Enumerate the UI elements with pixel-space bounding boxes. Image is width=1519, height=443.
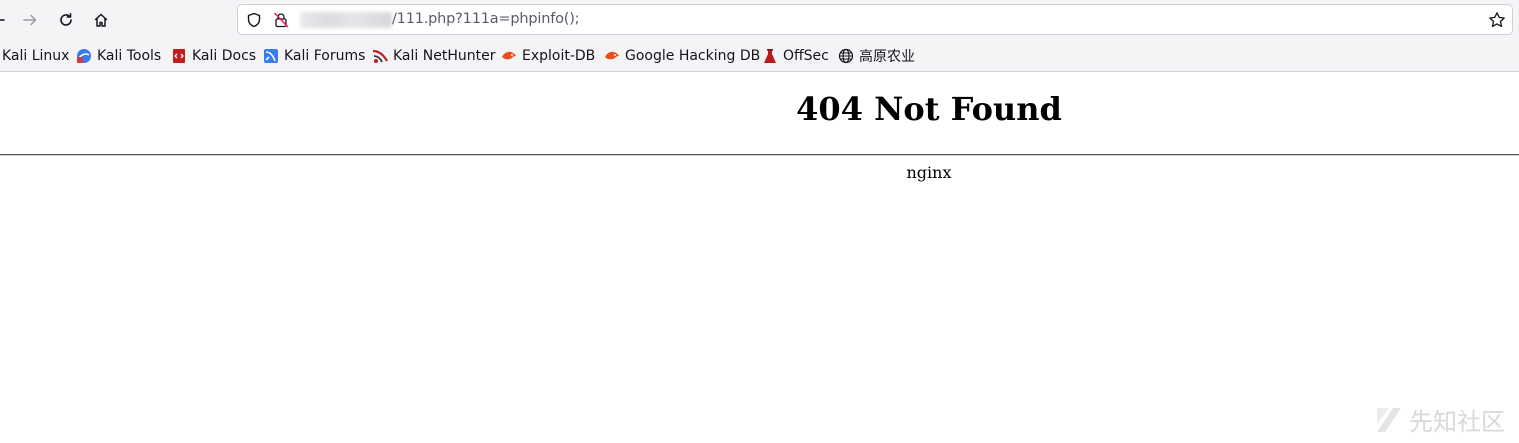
kali-tools-icon <box>76 48 92 64</box>
tracking-protection-shield-icon[interactable] <box>246 12 262 28</box>
bookmark-label: Kali Tools <box>97 48 162 64</box>
bookmark-label: Kali Linux <box>2 48 70 64</box>
exploit-db-icon <box>501 48 517 64</box>
reload-button[interactable] <box>50 4 82 36</box>
bookmark-exploit-db[interactable]: Exploit-DB <box>501 46 595 66</box>
bookmark-kali-docs[interactable]: Kali Docs <box>171 46 256 66</box>
address-bar[interactable]: /111.php?111a=phpinfo(); <box>237 4 1513 35</box>
bookmark-label: Kali NetHunter <box>393 48 496 64</box>
kali-docs-icon <box>171 48 187 64</box>
bookmark-label: Google Hacking DB <box>625 48 761 64</box>
watermark-logo-icon <box>1377 407 1401 432</box>
bookmark-label: OffSec <box>783 48 829 64</box>
forward-button[interactable] <box>14 4 46 36</box>
insecure-connection-lock-icon[interactable] <box>273 12 289 28</box>
bookmark-kali-tools[interactable]: Kali Tools <box>76 46 161 66</box>
offsec-icon <box>762 48 778 64</box>
kali-forums-icon <box>263 48 279 64</box>
bookmark-kali-linux[interactable]: Kali Linux <box>2 46 69 66</box>
bookmark-offsec[interactable]: OffSec <box>762 46 829 66</box>
bookmark-kali-nethunter[interactable]: Kali NetHunter <box>372 46 495 66</box>
bookmark-star-icon[interactable] <box>1488 11 1506 29</box>
bookmark-label: 高原农业 <box>859 49 915 65</box>
bookmark-label: Exploit-DB <box>522 48 596 64</box>
globe-icon <box>838 48 854 64</box>
bookmark-kali-forums[interactable]: Kali Forums <box>263 46 365 66</box>
bookmark-label: Kali Forums <box>284 48 366 64</box>
forward-arrow-icon <box>23 14 37 26</box>
bookmark-label: Kali Docs <box>192 48 257 64</box>
navigation-toolbar: /111.php?111a=phpinfo(); <box>0 0 1519 40</box>
bookmark-google-hacking-db[interactable]: Google Hacking DB <box>604 46 760 66</box>
watermark-text: 先知社区 <box>1409 408 1505 436</box>
home-button[interactable] <box>85 4 117 36</box>
back-arrow-icon <box>0 19 5 21</box>
horizontal-rule <box>0 154 1519 156</box>
back-button[interactable] <box>0 4 14 36</box>
kali-nethunter-icon <box>372 48 388 64</box>
watermark: 先知社区 <box>1373 402 1505 437</box>
error-heading: 404 Not Found <box>796 90 1062 128</box>
page-content: 404 Not Found nginx 先知社区 <box>0 72 1519 443</box>
reload-icon <box>60 13 72 26</box>
url-path: /111.php?111a=phpinfo(); <box>392 11 580 27</box>
bookmarks-toolbar: Kali Linux Kali Tools Kali Docs Kali For… <box>0 40 1519 72</box>
home-icon <box>94 13 108 27</box>
google-hacking-db-icon <box>604 48 620 64</box>
server-signature: nginx <box>906 163 952 182</box>
bookmark-gaoyuan-nongye[interactable]: 高原农业 <box>838 46 915 66</box>
blurred-url-host <box>300 12 392 28</box>
